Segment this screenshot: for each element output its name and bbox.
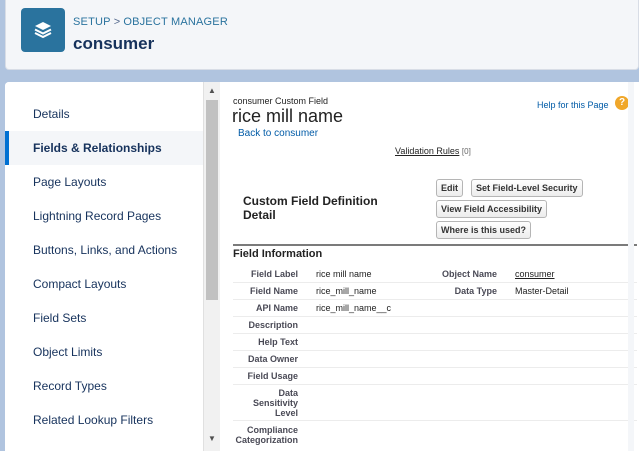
breadcrumb-setup[interactable]: SETUP xyxy=(73,16,111,28)
where-used-button[interactable]: Where is this used? xyxy=(436,221,532,239)
row-label: Description xyxy=(248,320,298,330)
section-title: Field Information xyxy=(233,248,323,260)
scroll-down-icon[interactable]: ▼ xyxy=(208,434,216,443)
scroll-up-icon[interactable]: ▲ xyxy=(208,86,216,95)
sidebar-item-compact-layouts[interactable]: Compact Layouts xyxy=(5,267,203,301)
row-label-secondary: Object Name xyxy=(441,269,497,279)
breadcrumb: SETUP > OBJECT MANAGER xyxy=(73,16,228,28)
table-row: Data Sensitivity Level xyxy=(233,385,637,421)
table-row: Description xyxy=(233,317,637,334)
set-field-level-security-button[interactable]: Set Field-Level Security xyxy=(471,179,583,197)
back-link[interactable]: Back to consumer xyxy=(238,128,318,139)
row-label: Compliance Categorization xyxy=(235,425,298,445)
table-row: Field Name rice_mill_name Data Type Mast… xyxy=(233,283,637,300)
field-title: rice mill name xyxy=(232,106,344,126)
section-divider xyxy=(233,244,637,246)
row-label: Help Text xyxy=(258,337,298,347)
field-detail-frame: consumer Custom Field rice mill name Bac… xyxy=(227,82,639,451)
sidebar-item-lightning-record-pages[interactable]: Lightning Record Pages xyxy=(5,199,203,233)
breadcrumb-object-manager[interactable]: OBJECT MANAGER xyxy=(123,16,228,28)
sidebar-scrollbar[interactable]: ▲ ▼ xyxy=(203,82,220,451)
row-label: Data Owner xyxy=(247,354,298,364)
table-row: Field Label rice mill name Object Name c… xyxy=(233,266,637,283)
sidebar-item-related-lookup-filters[interactable]: Related Lookup Filters xyxy=(5,403,203,437)
object-field-label: consumer Custom Field xyxy=(233,96,329,106)
content-scrollbar[interactable] xyxy=(628,82,634,451)
view-field-accessibility-button[interactable]: View Field Accessibility xyxy=(436,200,548,218)
sidebar-item-page-layouts[interactable]: Page Layouts xyxy=(5,165,203,199)
layers-icon xyxy=(21,8,65,52)
scrollbar-thumb[interactable] xyxy=(206,100,218,300)
object-header: SETUP > OBJECT MANAGER consumer xyxy=(5,0,639,70)
row-label: Data Sensitivity Level xyxy=(252,388,298,418)
table-row: Field Usage xyxy=(233,368,637,385)
edit-button[interactable]: Edit xyxy=(436,179,463,197)
sidebar: Details Fields & Relationships Page Layo… xyxy=(5,82,203,451)
page-title: consumer xyxy=(73,34,155,53)
table-row: API Name rice_mill_name__c xyxy=(233,300,637,317)
validation-rules: Validation Rules [0] xyxy=(395,146,471,156)
validation-rules-link[interactable]: Validation Rules xyxy=(395,146,459,156)
definition-title: Custom Field Definition Detail xyxy=(243,194,378,222)
main-panel: Details Fields & Relationships Page Layo… xyxy=(5,82,639,451)
sidebar-item-object-limits[interactable]: Object Limits xyxy=(5,335,203,369)
row-value: rice_mill_name xyxy=(316,286,377,296)
row-value: rice_mill_name__c xyxy=(316,303,392,313)
table-row: Data Owner xyxy=(233,351,637,368)
sidebar-item-details[interactable]: Details xyxy=(5,97,203,131)
table-row: Help Text xyxy=(233,334,637,351)
row-label: Field Name xyxy=(249,286,298,296)
validation-rules-count: [0] xyxy=(461,147,471,156)
row-label: API Name xyxy=(255,303,298,313)
row-label: Field Usage xyxy=(247,371,298,381)
sidebar-item-field-sets[interactable]: Field Sets xyxy=(5,301,203,335)
row-value: rice mill name xyxy=(316,269,372,279)
question-icon[interactable]: ? xyxy=(615,96,629,110)
sidebar-item-fields-relationships[interactable]: Fields & Relationships xyxy=(5,131,203,165)
row-value-secondary: Master-Detail xyxy=(515,286,569,296)
help-link[interactable]: Help for this Page xyxy=(537,100,609,110)
sidebar-item-record-types[interactable]: Record Types xyxy=(5,369,203,403)
breadcrumb-separator: > xyxy=(113,16,121,28)
table-row: Compliance Categorization xyxy=(233,421,637,451)
row-label-secondary: Data Type xyxy=(454,286,497,296)
sidebar-item-buttons-links-actions[interactable]: Buttons, Links, and Actions xyxy=(5,233,203,267)
object-name-link[interactable]: consumer xyxy=(515,269,555,279)
row-label: Field Label xyxy=(250,269,298,279)
